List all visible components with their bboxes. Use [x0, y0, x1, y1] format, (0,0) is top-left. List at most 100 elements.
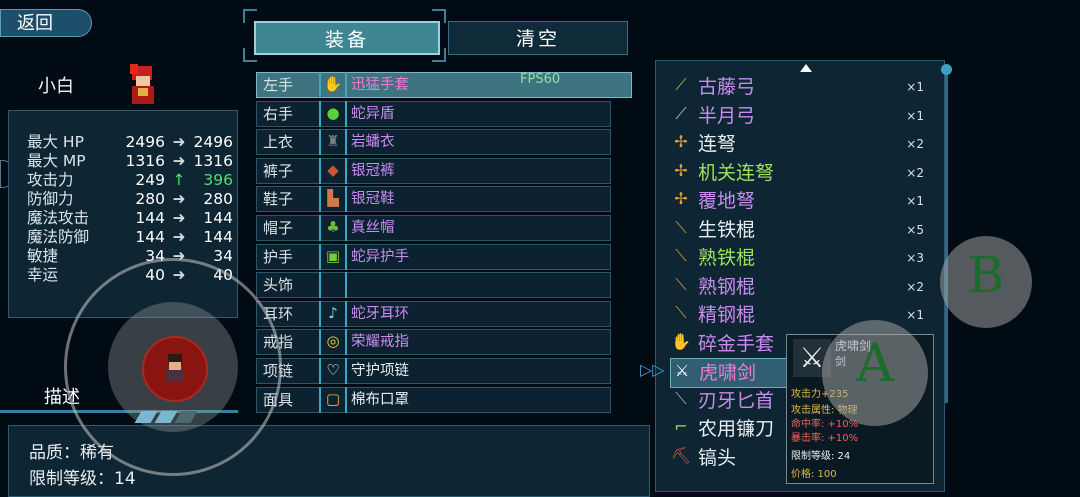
- bow-icon: ⟋: [675, 103, 687, 123]
- equipped-item-name: 荣耀戒指: [351, 334, 409, 351]
- inventory-item[interactable]: ⟍ 熟铁棍 ×3: [670, 244, 932, 272]
- inventory-item[interactable]: ⟍ 熟钢棍 ×2: [670, 273, 932, 301]
- frame-corner: [243, 9, 257, 23]
- slot-label: 上衣: [263, 133, 294, 152]
- shield-icon: ●: [319, 100, 347, 127]
- equipped-item-name: 银冠裤: [351, 162, 395, 179]
- slot-label: 右手: [263, 104, 294, 123]
- crossbow-icon: ✢: [674, 160, 688, 180]
- inventory-item-count: ×1: [906, 194, 924, 208]
- inventory-item-count: ×5: [906, 222, 924, 237]
- equip-slot-row[interactable]: 项链 ♡ 守护项链: [256, 358, 611, 384]
- tooltip-stat-line: 限制等级: 24: [791, 451, 851, 462]
- inventory-item-name: 连弩: [698, 133, 737, 155]
- frame-corner: [243, 48, 257, 62]
- inventory-item-count: ×2: [906, 279, 924, 294]
- glove-icon: ✋: [671, 331, 691, 351]
- tooltip-stat-line: 暴击率: +10%: [791, 433, 859, 444]
- inventory-item[interactable]: ✢ 覆地弩 ×1: [670, 187, 932, 215]
- inventory-item-name: 覆地弩: [698, 190, 756, 212]
- inventory-item-name: 碎金手套: [698, 332, 775, 355]
- equipped-item-name: 守护项链: [351, 363, 409, 379]
- equip-slot-row[interactable]: 耳环 ♪ 蛇牙耳环: [256, 300, 611, 327]
- inventory-item-name: 虎啸剑: [699, 362, 757, 384]
- equipped-item-name: 蛇牙耳环: [351, 305, 409, 322]
- equip-slot-row[interactable]: 戒指 ◎ 荣耀戒指: [256, 329, 611, 356]
- equipped-item-name: 迅猛手套: [351, 77, 409, 93]
- sword-icon: ⚔: [674, 361, 690, 380]
- inventory-item-name: 机关连弩: [698, 161, 775, 184]
- mask-icon: ▢: [319, 386, 347, 413]
- inventory-item-count: ×2: [906, 165, 924, 180]
- inventory-item[interactable]: ✢ 连弩 ×2: [670, 130, 932, 158]
- equip-slot-row[interactable]: 右手 ● 蛇异盾: [256, 100, 611, 127]
- b-button[interactable]: B: [940, 236, 1032, 328]
- character-name: 小白: [38, 76, 74, 97]
- inventory-scrollbar[interactable]: [945, 68, 948, 403]
- dagger-icon: ⟍: [675, 388, 687, 408]
- equipped-item-name: 蛇异盾: [351, 105, 395, 122]
- a-button[interactable]: A: [822, 320, 928, 426]
- inventory-item-count: ×1: [906, 80, 924, 94]
- equipped-item-name: 岩蟠衣: [351, 134, 395, 151]
- slot-label: 头饰: [263, 276, 294, 295]
- inventory-item-name: 精钢棍: [698, 304, 756, 326]
- slot-label: 帽子: [263, 219, 294, 237]
- equip-slot-row[interactable]: 护手 ▣ 蛇异护手: [256, 243, 611, 270]
- staff-icon: ⟍: [675, 246, 687, 265]
- equip-slot-row[interactable]: 鞋子 ▙ 银冠鞋: [256, 186, 611, 213]
- staff-icon: ⟍: [675, 274, 687, 294]
- equip-slot-row[interactable]: 上衣 ♜ 岩蟠衣: [256, 129, 611, 156]
- joystick-knob[interactable]: [142, 336, 208, 402]
- boots-icon: ▙: [319, 186, 347, 213]
- back-button[interactable]: 返回: [0, 9, 92, 37]
- frame-corner: [432, 48, 446, 62]
- inventory-item-count: ×1: [906, 108, 924, 123]
- tooltip-stat-line: 价格: 100: [791, 469, 837, 480]
- a-button-label: A: [856, 334, 894, 394]
- equip-slot-row[interactable]: 头饰: [256, 272, 611, 299]
- stat-label: 幸运: [27, 266, 59, 284]
- fps-counter: FPS60: [520, 72, 561, 87]
- slot-label: 护手: [263, 247, 294, 266]
- inventory-item-name: 镐头: [698, 446, 737, 469]
- frame-corner: [432, 9, 446, 23]
- empty-slot-icon: [319, 272, 347, 299]
- equip-slot-row[interactable]: 面具 ▢ 棉布口罩: [256, 386, 611, 413]
- slot-label: 左手: [263, 76, 294, 94]
- ring-icon: ◎: [319, 329, 347, 356]
- inventory-item[interactable]: ✢ 机关连弩 ×2: [670, 159, 932, 187]
- earring-icon: ♪: [319, 300, 347, 327]
- necklace-icon: ♡: [319, 358, 347, 384]
- level-requirement-text: 限制等级：14: [29, 469, 136, 489]
- selection-arrows-icon: ▷▷: [640, 360, 665, 379]
- inventory-item[interactable]: ⟋ 半月弓 ×1: [670, 102, 932, 130]
- inventory-item[interactable]: ⟋ 古藤弓 ×1: [670, 73, 932, 101]
- inventory-item-name: 熟钢棍: [698, 275, 756, 298]
- staff-icon: ⟍: [675, 217, 687, 237]
- glove-icon: ✋: [319, 72, 347, 98]
- inventory-item-count: ×3: [906, 251, 924, 265]
- hat-icon: ♣: [319, 215, 347, 241]
- inventory-item[interactable]: ⟍ 生铁棍 ×5: [670, 216, 932, 244]
- equip-slot-row[interactable]: 裤子 ◆ 银冠裤: [256, 157, 611, 184]
- inventory-item-name: 农用镰刀: [698, 418, 775, 440]
- bracer-icon: ▣: [319, 243, 347, 270]
- equipped-item-name: 银冠鞋: [351, 191, 395, 208]
- equip-slot-row[interactable]: 帽子 ♣ 真丝帽: [256, 215, 611, 241]
- equip-slot-row[interactable]: 左手 ✋ 迅猛手套: [256, 72, 632, 98]
- scrollbar-thumb[interactable]: [941, 64, 952, 75]
- staff-icon: ⟍: [675, 303, 687, 322]
- equipped-item-name: 真丝帽: [351, 220, 395, 236]
- inventory-item-name: 古藤弓: [698, 76, 756, 98]
- crossbow-icon: ✢: [674, 132, 688, 151]
- pickaxe-icon: ⛏: [670, 445, 692, 465]
- armor-icon: ♜: [319, 129, 347, 156]
- inventory-item-name: 熟铁棍: [698, 247, 756, 269]
- tab-clear[interactable]: 清空: [448, 21, 628, 55]
- inventory-item-name: 半月弓: [698, 104, 756, 127]
- inventory-item-name: 刃牙匕首: [698, 389, 775, 412]
- inventory-item-name: 生铁棍: [698, 218, 756, 241]
- tab-equip[interactable]: 装备: [254, 21, 440, 55]
- equipped-item-name: 棉布口罩: [351, 391, 409, 408]
